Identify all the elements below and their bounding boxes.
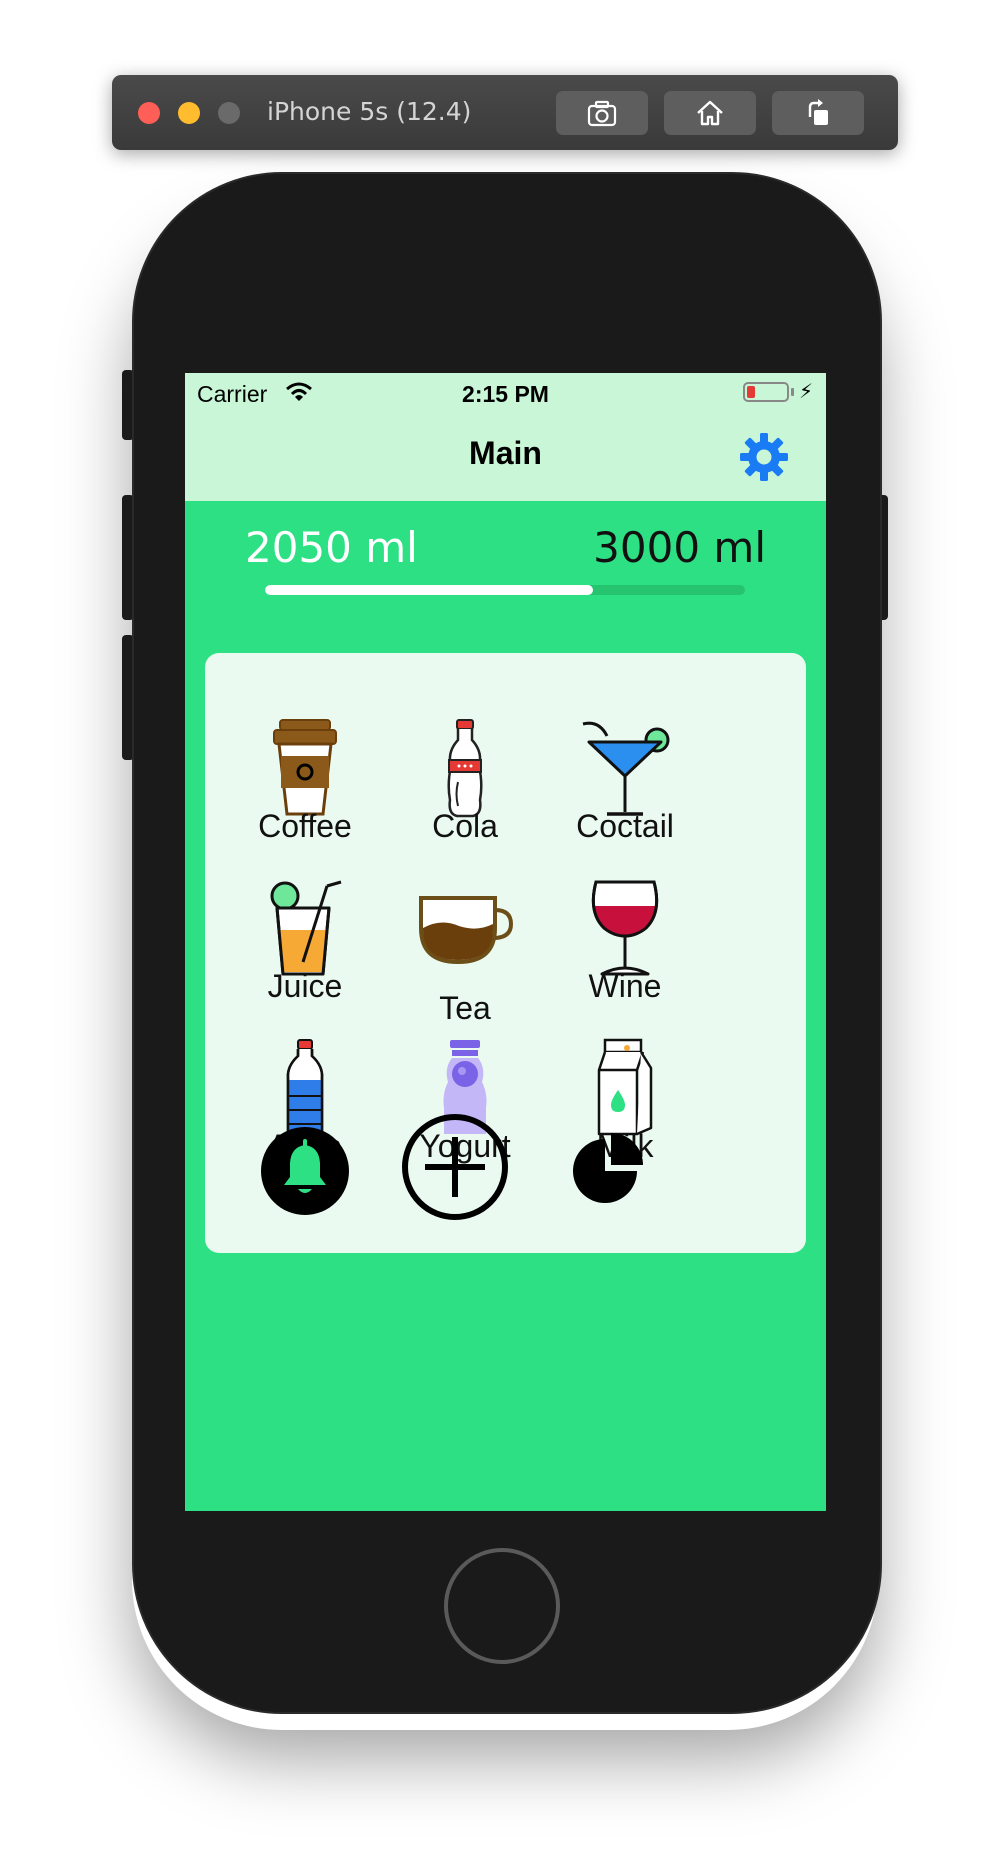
cola-bottle-icon <box>447 719 483 818</box>
navigation-bar: Carrier 2:15 PM ⚡ Main <box>185 373 826 501</box>
home-icon <box>697 100 723 126</box>
add-icon[interactable] <box>399 1111 511 1223</box>
bell-icon[interactable] <box>259 1125 351 1217</box>
minimize-window-button[interactable] <box>178 102 200 124</box>
water-progress-fill <box>265 585 593 595</box>
water-progress-bar <box>265 585 745 595</box>
drink-label: Coctail <box>576 808 674 844</box>
water-bottle-icon <box>286 1039 324 1138</box>
simulator-title-bar: iPhone 5s (12.4) <box>112 75 898 150</box>
status-bar: Carrier 2:15 PM ⚡ <box>185 373 826 415</box>
drink-label: Wine <box>588 968 662 1004</box>
coffee-cup-icon <box>273 719 337 816</box>
pie-chart-icon[interactable] <box>571 1131 647 1207</box>
wine-glass-icon <box>591 880 659 976</box>
home-button[interactable] <box>664 91 756 135</box>
rotate-button[interactable] <box>772 91 864 135</box>
simulator-title: iPhone 5s (12.4) <box>267 97 472 126</box>
goal-amount: 3000 ml <box>593 523 766 572</box>
drink-coctail[interactable]: Coctail <box>525 708 725 878</box>
zoom-window-button[interactable] <box>218 102 240 124</box>
gear-icon[interactable] <box>738 431 790 483</box>
current-amount: 2050 ml <box>245 523 418 572</box>
rotate-icon <box>808 99 828 125</box>
screenshot-button[interactable] <box>556 91 648 135</box>
battery-icon <box>743 382 789 402</box>
app-screen: Carrier 2:15 PM ⚡ Main 2050 ml 3000 ml C… <box>185 373 826 1511</box>
device-home-button[interactable] <box>444 1548 560 1664</box>
tea-cup-icon <box>419 896 514 965</box>
page-title: Main <box>469 435 542 471</box>
milk-carton-icon <box>597 1038 653 1136</box>
drink-wine[interactable]: Wine <box>525 868 725 1038</box>
cocktail-glass-icon <box>582 721 670 816</box>
screenshot-icon <box>587 100 617 127</box>
status-time: 2:15 PM <box>462 381 549 407</box>
charging-icon: ⚡ <box>799 379 814 403</box>
juice-glass-icon <box>270 880 342 976</box>
close-window-button[interactable] <box>138 102 160 124</box>
